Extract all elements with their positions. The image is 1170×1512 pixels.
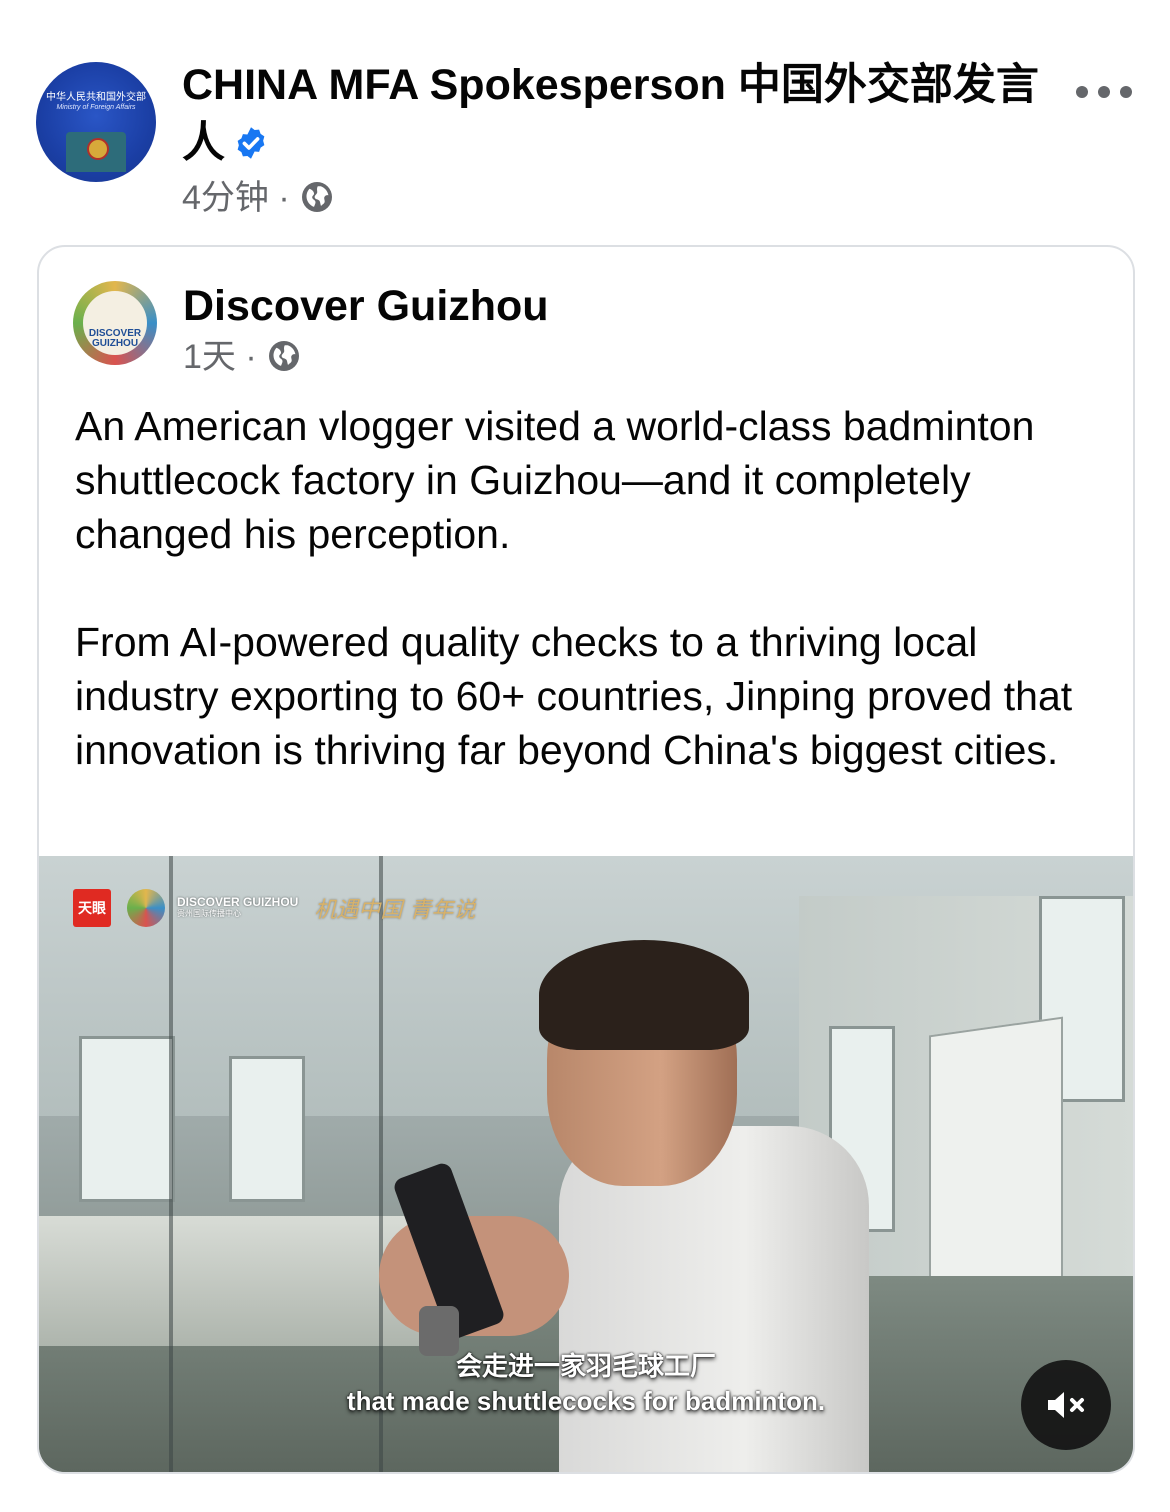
author-name[interactable]: CHINA MFA Spokesperson 中国外交部发言人 xyxy=(182,61,1039,167)
more-dot xyxy=(1076,86,1088,98)
speaker-muted-icon xyxy=(1048,1392,1084,1418)
shared-author-name[interactable]: Discover Guizhou xyxy=(183,279,549,333)
video-scene-window xyxy=(79,1036,175,1202)
meta-separator: · xyxy=(245,338,257,376)
avatar-title-text: 中华人民共和国外交部 xyxy=(46,92,146,103)
video-watch xyxy=(419,1306,459,1356)
more-options-icon[interactable] xyxy=(1076,80,1132,104)
subtitle-chinese: 会走进一家羽毛球工厂 xyxy=(455,1352,716,1382)
avatar-subtitle-text: Ministry of Foreign Affairs xyxy=(56,104,136,111)
discover-guizhou-logo-text: DISCOVER GUIZHOU xyxy=(177,895,299,909)
opportune-china-logo: 机遇中国 青年说 xyxy=(314,898,476,923)
author-avatar[interactable]: 中华人民共和国外交部 Ministry of Foreign Affairs xyxy=(36,62,156,182)
video-scene-window xyxy=(229,1056,305,1202)
tianyan-logo: 天眼 xyxy=(73,889,111,927)
verified-badge-icon xyxy=(237,127,265,159)
subtitle-english: that made shuttlecocks for badminton. xyxy=(346,1386,826,1416)
video-person-hair xyxy=(539,940,749,1050)
more-dot xyxy=(1120,86,1132,98)
globe-icon xyxy=(269,341,300,371)
video-logo-bar: 天眼 DISCOVER GUIZHOU 贵州国际传播中心 机遇中国 青年说 xyxy=(73,886,475,930)
shared-post-header: DISCOVER GUIZHOU Discover Guizhou 1天 · xyxy=(39,247,1133,387)
shared-post-card[interactable]: DISCOVER GUIZHOU Discover Guizhou 1天 · A… xyxy=(37,245,1135,1474)
author-name-block[interactable]: CHINA MFA Spokesperson 中国外交部发言人 xyxy=(182,56,1042,172)
discover-guizhou-badge-icon xyxy=(127,889,165,927)
video-subtitles: 会走进一家羽毛球工厂 that made shuttlecocks for ba… xyxy=(39,1350,1133,1418)
post-paragraph: From AI-powered quality checks to a thri… xyxy=(75,619,1073,773)
video-player[interactable]: 天眼 DISCOVER GUIZHOU 贵州国际传播中心 机遇中国 青年说 会走… xyxy=(39,856,1133,1472)
post-meta: 4分钟 · xyxy=(182,176,335,220)
globe-icon xyxy=(302,182,333,212)
shared-post-meta: 1天 · xyxy=(183,335,302,379)
discover-guizhou-logo: DISCOVER GUIZHOU 贵州国际传播中心 xyxy=(177,896,298,920)
shared-timestamp[interactable]: 1天 xyxy=(183,338,236,376)
meta-separator: · xyxy=(278,179,290,217)
post-paragraph: An American vlogger visited a world-clas… xyxy=(75,403,1035,557)
avatar-label: DISCOVER GUIZHOU xyxy=(88,328,142,349)
national-emblem-icon xyxy=(87,138,109,160)
post-timestamp[interactable]: 4分钟 xyxy=(182,179,269,217)
discover-guizhou-logo-subtext: 贵州国际传播中心 xyxy=(177,909,241,918)
more-dot xyxy=(1098,86,1110,98)
unmute-button[interactable] xyxy=(1021,1360,1111,1450)
post-body-text: An American vlogger visited a world-clas… xyxy=(75,399,1105,777)
post-header: 中华人民共和国外交部 Ministry of Foreign Affairs C… xyxy=(0,0,1170,240)
shared-author-avatar[interactable]: DISCOVER GUIZHOU xyxy=(73,281,157,365)
